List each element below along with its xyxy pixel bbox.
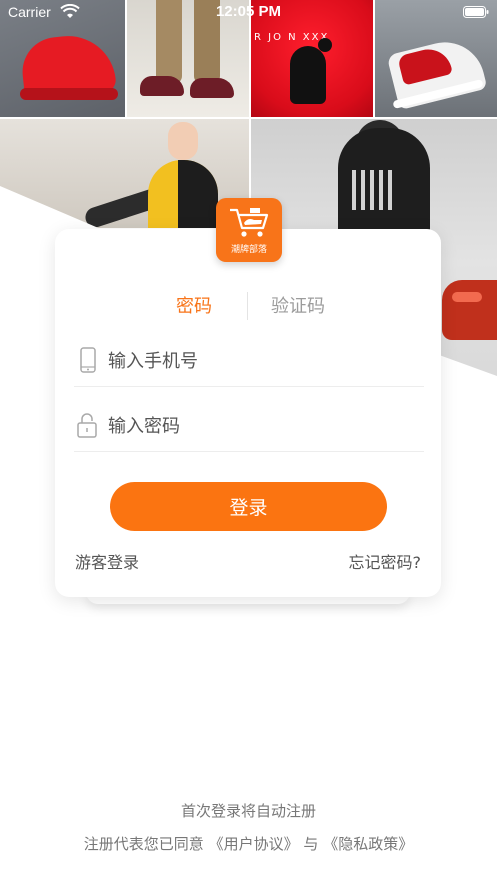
phone-input[interactable] [106,342,420,380]
password-input[interactable] [106,407,420,445]
phone-field [74,334,424,387]
app-logo: 潮牌部落 [216,198,282,262]
model-head-shape [168,122,198,160]
phone-icon [80,347,96,373]
basketball-shape [318,38,332,52]
user-agreement-link[interactable]: 《用户协议》 [209,835,299,853]
login-button[interactable]: 登录 [110,482,387,531]
password-field [74,399,424,452]
terms-notice: 注册代表您已同意 《用户协议》 与 《隐私政策》 [0,833,497,854]
burgundy-sneaker-shape [190,78,234,98]
login-mode-tabs: 密码 验证码 [55,292,441,322]
red-sneaker-sole-shape [20,88,118,100]
status-bar: Carrier 12:05 PM [0,0,497,26]
privacy-policy-link[interactable]: 《隐私政策》 [323,835,413,853]
jordan-poster-text: R JO N XXX [254,32,330,43]
forgot-password-link[interactable]: 忘记密码? [349,549,422,573]
collage-divider [0,117,497,119]
tab-verification-code[interactable]: 验证码 [271,292,325,322]
login-screen: R JO N XXX Carrier 12:05 PM 潮牌部落 密码 验证码 … [0,0,497,883]
lock-icon [77,413,97,438]
burgundy-sneaker-shape [140,76,184,96]
tab-password[interactable]: 密码 [176,292,212,322]
guest-login-link[interactable]: 游客登录 [75,549,139,573]
hoodie-print-shape [352,170,392,210]
auto-register-note: 首次登录将自动注册 [180,802,316,820]
status-time: 12:05 PM [215,3,282,20]
terms-joiner: 与 [303,835,319,853]
battery-icon [463,6,489,18]
shopping-cart-icon [230,208,269,237]
logo-text: 潮牌部落 [230,245,267,255]
red-car-highlight [452,292,482,302]
terms-prefix: 注册代表您已同意 [83,835,204,853]
tab-divider [247,292,248,320]
red-car-shape [442,280,497,340]
basketball-player-silhouette [290,46,326,104]
